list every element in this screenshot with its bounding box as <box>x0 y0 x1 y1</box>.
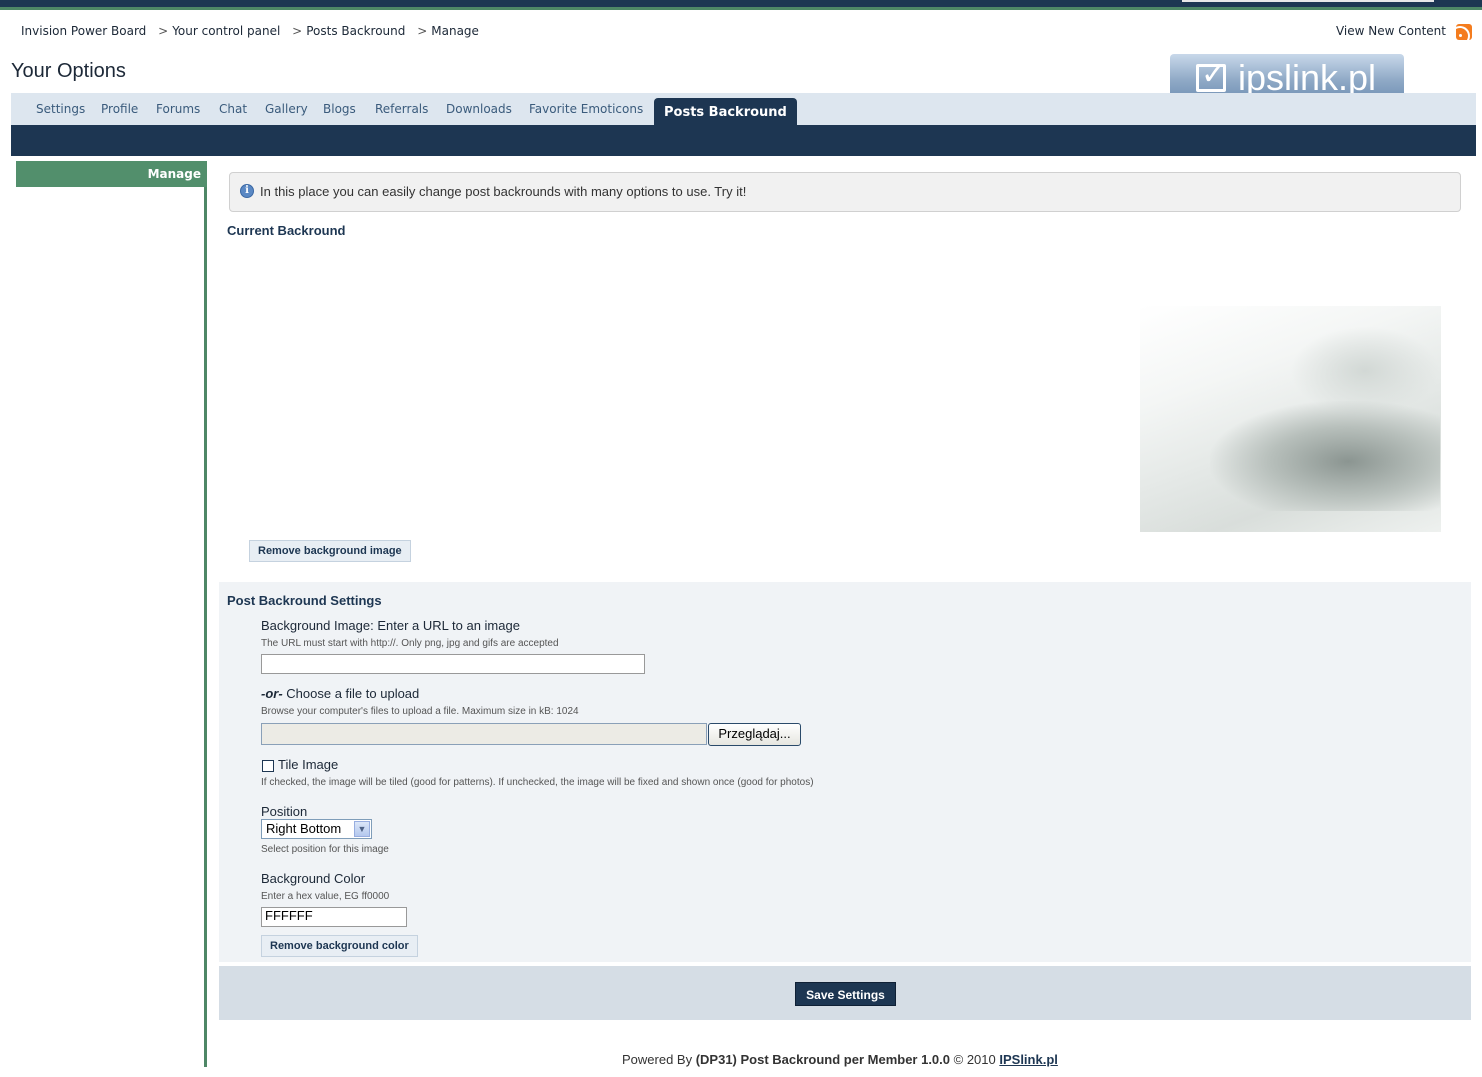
tab-profile[interactable]: Profile <box>101 102 138 116</box>
logo-check-icon <box>1196 55 1226 95</box>
breadcrumb-separator: > <box>158 24 169 38</box>
position-desc: Select position for this image <box>261 844 389 855</box>
logo-text: ipslink.pl <box>1238 57 1377 98</box>
position-label: Position <box>261 804 308 819</box>
footer: Powered By (DP31) Post Backround per Mem… <box>622 1052 1058 1067</box>
tile-image-checkbox[interactable] <box>262 760 274 772</box>
bg-color-label: Background Color <box>261 871 366 886</box>
tab-bar: Settings Profile Forums Chat Gallery Blo… <box>11 93 1476 126</box>
tab-gallery[interactable]: Gallery <box>265 102 308 116</box>
bg-color-input[interactable]: FFFFFF <box>261 907 407 927</box>
bg-color-desc: Enter a hex value, EG ff0000 <box>261 891 390 902</box>
top-bar <box>0 0 1482 10</box>
tab-chat[interactable]: Chat <box>219 102 247 116</box>
breadcrumb-separator: > <box>292 24 303 38</box>
save-settings-button[interactable]: Save Settings <box>795 982 896 1006</box>
remove-background-color-button[interactable]: Remove background color <box>261 935 418 957</box>
footer-link[interactable]: IPSlink.pl <box>999 1052 1058 1067</box>
tab-blogs[interactable]: Blogs <box>323 102 356 116</box>
upload-label-text: Choose a file to upload <box>282 686 420 701</box>
file-upload-input[interactable] <box>261 723 707 745</box>
position-select[interactable]: Right Bottom ▼ <box>261 819 372 839</box>
remove-background-image-button[interactable]: Remove background image <box>249 540 411 562</box>
tab-settings[interactable]: Settings <box>36 102 85 116</box>
upload-desc: Browse your computer's files to upload a… <box>261 706 579 717</box>
image-url-label: Background Image: Enter a URL to an imag… <box>261 618 520 633</box>
info-message: i In this place you can easily change po… <box>229 172 1461 212</box>
footer-copyright: © 2010 <box>950 1052 1000 1067</box>
tab-referrals[interactable]: Referrals <box>375 102 428 116</box>
tab-forums[interactable]: Forums <box>156 102 200 116</box>
current-background-heading: Current Backround <box>227 223 346 238</box>
chevron-down-icon[interactable]: ▼ <box>354 821 370 837</box>
breadcrumb-item-control-panel[interactable]: Your control panel <box>172 24 280 38</box>
footer-prefix: Powered By <box>622 1052 696 1067</box>
position-selected-value: Right Bottom <box>266 821 342 836</box>
image-url-desc: The URL must start with http://. Only pn… <box>261 638 559 649</box>
tab-favorite-emoticons[interactable]: Favorite Emoticons <box>529 102 643 116</box>
breadcrumb-item-manage: Manage <box>431 24 479 38</box>
settings-heading: Post Backround Settings <box>227 593 382 608</box>
sidebar: Manage <box>16 161 207 1067</box>
footer-product: (DP31) Post Backround per Member 1.0.0 <box>695 1052 951 1067</box>
background-image-preview <box>1140 306 1441 532</box>
tile-image-desc: If checked, the image will be tiled (goo… <box>261 777 814 788</box>
tile-image-label: Tile Image <box>278 757 339 772</box>
upload-or-text: -or- <box>261 686 283 701</box>
info-icon: i <box>240 184 254 198</box>
view-new-content-link[interactable]: View New Content <box>1336 24 1446 38</box>
search-box[interactable] <box>1182 0 1434 2</box>
rss-icon[interactable] <box>1456 24 1472 40</box>
image-url-input[interactable] <box>261 654 645 674</box>
page-title: Your Options <box>11 60 126 82</box>
info-text: In this place you can easily change post… <box>260 184 747 199</box>
tab-downloads[interactable]: Downloads <box>446 102 512 116</box>
breadcrumb-item-board[interactable]: Invision Power Board <box>21 24 146 38</box>
breadcrumb: Invision Power Board > Your control panel… <box>21 24 483 38</box>
breadcrumb-item-posts-backround[interactable]: Posts Backround <box>306 24 405 38</box>
upload-label: -or- Choose a file to upload <box>261 686 419 701</box>
nav-bar <box>11 125 1476 156</box>
breadcrumb-separator: > <box>417 24 428 38</box>
browse-button[interactable]: Przeglądaj... <box>708 723 801 746</box>
tab-posts-backround[interactable]: Posts Backround <box>654 98 797 126</box>
sidebar-item-manage[interactable]: Manage <box>16 161 207 187</box>
